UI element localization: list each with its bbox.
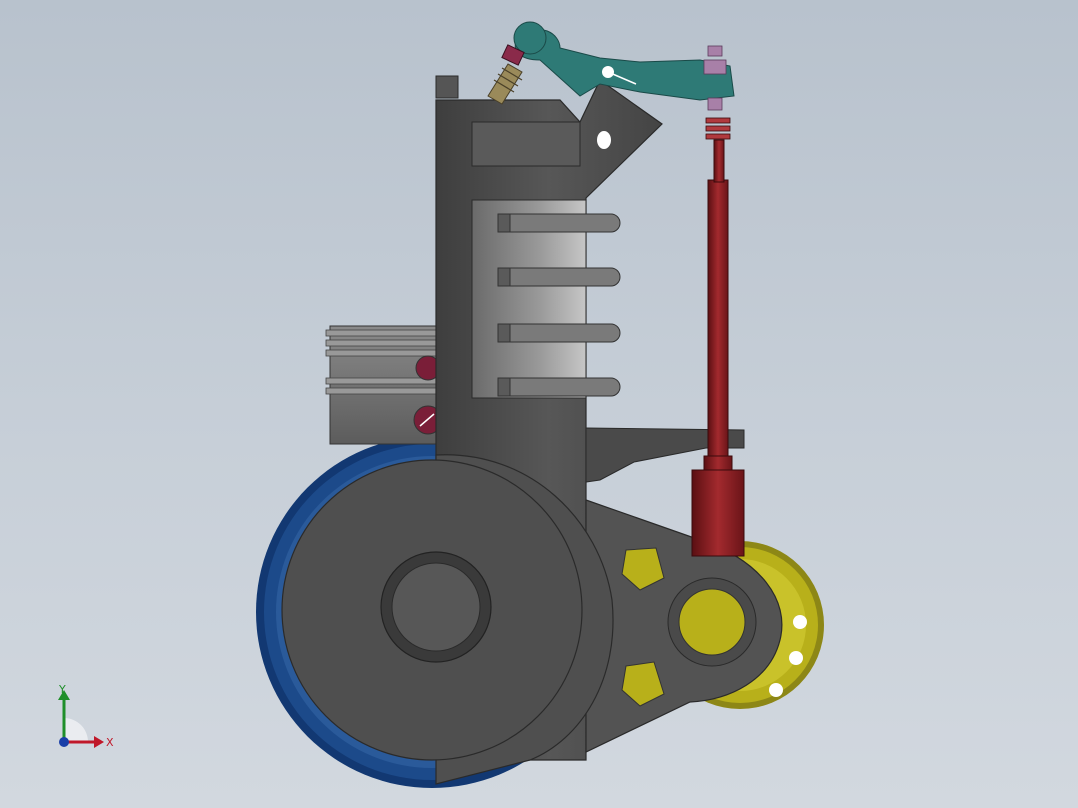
pushrod <box>691 117 745 557</box>
valve-spring <box>487 44 525 105</box>
x-axis-head <box>94 736 104 748</box>
engine-model[interactable] <box>0 0 1078 808</box>
triad-quadrant <box>64 718 88 742</box>
cad-viewport[interactable]: Y X <box>0 0 1078 808</box>
x-axis-label: X <box>106 736 114 749</box>
orientation-triad[interactable]: Y X <box>44 684 124 754</box>
piston <box>325 325 443 445</box>
cam-housing <box>585 499 783 753</box>
z-axis-dot <box>59 737 69 747</box>
y-axis-label: Y <box>58 684 66 696</box>
